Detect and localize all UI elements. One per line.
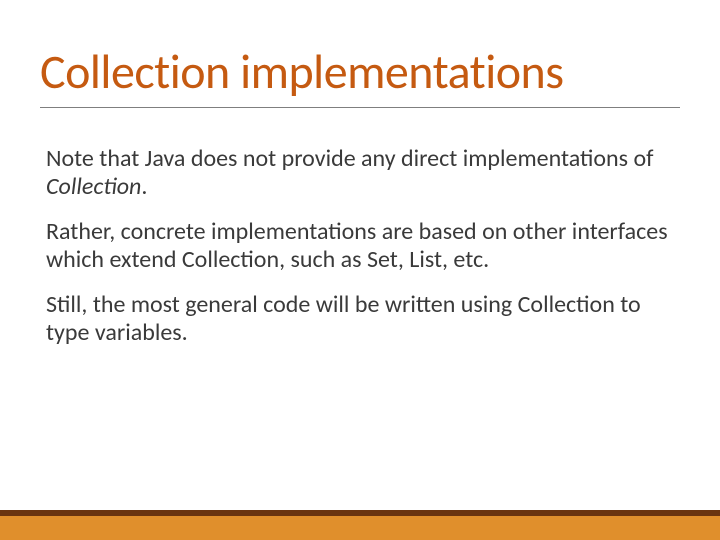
paragraph-3: Still, the most general code will be wri… [46,291,674,346]
p1-text-a: Note that Java does not provide any dire… [46,144,653,173]
paragraph-2: Rather, concrete implementations are bas… [46,218,674,273]
paragraph-1: Note that Java does not provide any dire… [46,145,674,200]
slide-body: Note that Java does not provide any dire… [46,145,674,365]
slide-title: Collection implementations [40,42,680,108]
p1-text-c: . [141,172,147,201]
slide: Collection implementations Note that Jav… [0,0,720,540]
p1-text-italic: Collection [46,172,141,201]
footer-stripe-orange [0,516,720,540]
